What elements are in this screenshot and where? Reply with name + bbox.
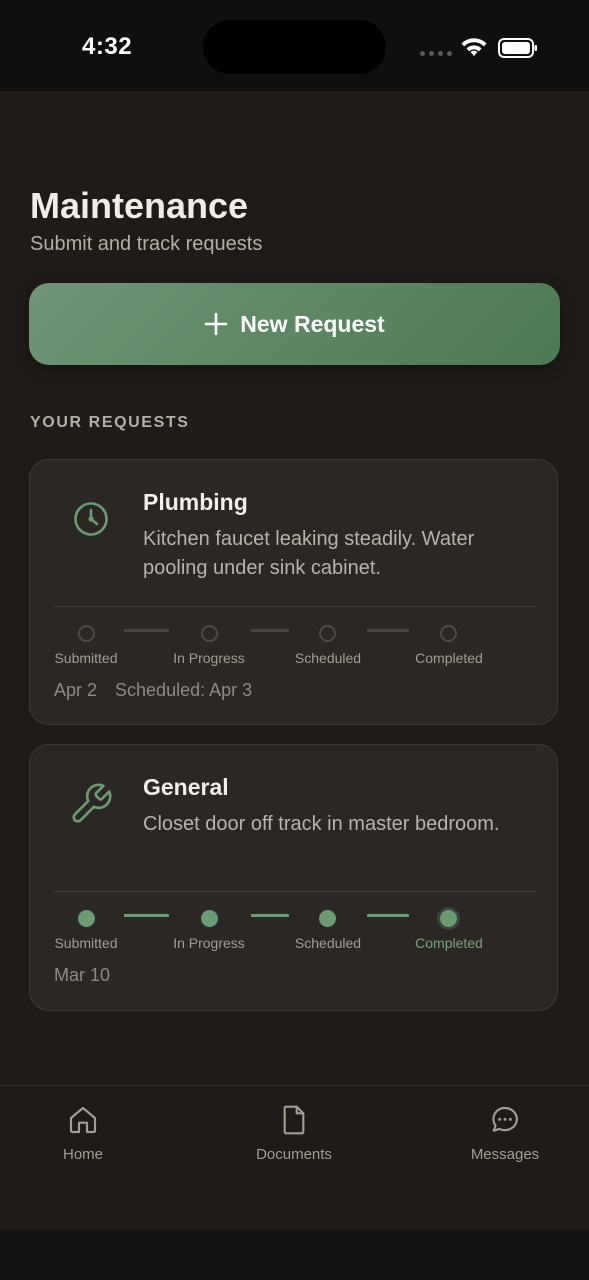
step-dot-in-progress: [201, 625, 218, 642]
request-card[interactable]: General Closet door off track in master …: [29, 744, 558, 1011]
step-label-in-progress: In Progress: [173, 935, 245, 951]
status-bar: 4:32: [0, 0, 589, 91]
step-dot-completed: [440, 910, 457, 927]
request-date: Apr 2: [54, 680, 98, 700]
tab-messages[interactable]: Messages: [445, 1104, 565, 1163]
tab-home[interactable]: Home: [23, 1104, 143, 1163]
chat-icon: [445, 1104, 565, 1138]
step-connector: [367, 629, 409, 632]
step-connector: [124, 629, 169, 632]
request-description: Closet door off track in master bedroom.: [143, 813, 500, 835]
step-connector: [124, 914, 169, 917]
request-description: Kitchen faucet leaking steadily. Water p…: [143, 528, 475, 579]
status-time: 4:32: [82, 33, 133, 60]
request-date: Mar 10: [54, 965, 111, 985]
section-label: YOUR REQUESTS: [30, 414, 190, 431]
cellular-signal-icon: [420, 51, 452, 57]
tab-messages-label: Messages: [470, 1146, 540, 1163]
progress-steps: Submitted In Progress Scheduled Complete…: [30, 622, 557, 672]
request-category: General: [143, 774, 229, 800]
divider: [54, 891, 535, 892]
new-request-button[interactable]: New Request: [29, 283, 560, 365]
page-title: Maintenance: [30, 185, 249, 226]
step-dot-submitted: [78, 910, 95, 927]
clock-icon: [68, 496, 114, 542]
plus-icon: [204, 312, 228, 336]
tab-documents-label: Documents: [256, 1146, 332, 1163]
step-connector: [251, 629, 289, 632]
step-label-scheduled: Scheduled: [294, 650, 362, 666]
step-connector: [367, 914, 409, 917]
home-indicator-area: [0, 1230, 589, 1280]
step-dot-in-progress: [201, 910, 218, 927]
step-label-completed: Completed: [415, 935, 483, 951]
step-dot-scheduled: [319, 625, 336, 642]
page-subtitle: Submit and track requests: [30, 233, 263, 255]
step-dot-submitted: [78, 625, 95, 642]
step-dot-completed: [440, 625, 457, 642]
new-request-label: New Request: [240, 310, 385, 337]
step-dot-scheduled: [319, 910, 336, 927]
wifi-icon: [461, 38, 487, 56]
request-meta: Mar 10: [54, 965, 110, 986]
battery-icon: [498, 38, 537, 58]
divider: [54, 606, 535, 607]
tab-bar: Home Documents Messages: [0, 1085, 589, 1231]
request-meta: Apr 2 Scheduled: Apr 3: [54, 680, 252, 701]
tab-documents[interactable]: Documents: [234, 1104, 354, 1163]
step-label-submitted: Submitted: [54, 935, 118, 951]
step-label-submitted: Submitted: [54, 650, 118, 666]
request-category: Plumbing: [143, 489, 248, 515]
step-connector: [251, 914, 289, 917]
tab-home-label: Home: [62, 1146, 103, 1163]
app-screen: Maintenance Submit and track requests Ne…: [0, 91, 589, 1231]
document-icon: [234, 1104, 354, 1138]
dynamic-island: [203, 20, 386, 74]
request-scheduled: Scheduled: Apr 3: [115, 680, 253, 700]
step-label-scheduled: Scheduled: [294, 935, 362, 951]
step-label-completed: Completed: [415, 650, 483, 666]
request-card[interactable]: Plumbing Kitchen faucet leaking steadily…: [29, 459, 558, 725]
home-icon: [23, 1104, 143, 1138]
wrench-icon: [68, 781, 114, 827]
step-label-in-progress: In Progress: [173, 650, 245, 666]
progress-steps: Submitted In Progress Scheduled Complete…: [30, 907, 557, 957]
